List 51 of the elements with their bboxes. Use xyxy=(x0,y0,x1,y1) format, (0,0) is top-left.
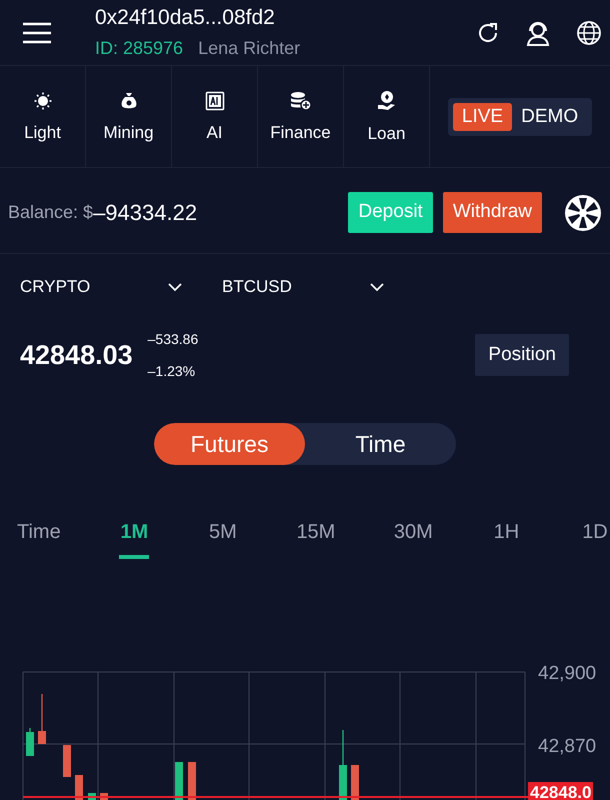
trade-type-tab[interactable]: Futures xyxy=(154,423,305,465)
ai-chip-icon xyxy=(204,90,224,110)
candlestick xyxy=(339,730,347,800)
candlestick xyxy=(38,694,46,744)
axis-label: 42,870 xyxy=(538,735,596,759)
candlestick xyxy=(351,765,359,800)
price-tag: 42848.0 xyxy=(528,782,594,800)
axis-label: 42,900 xyxy=(538,662,596,686)
interval-tab[interactable]: 1H xyxy=(491,517,522,559)
candlestick xyxy=(63,745,71,777)
interval-tab[interactable]: 5M xyxy=(208,517,238,559)
shortcut-button[interactable]: AI xyxy=(172,66,258,167)
shortcut-button[interactable]: Finance xyxy=(258,66,344,167)
withdraw-button[interactable]: Withdraw xyxy=(442,192,542,233)
price-change: –533.86 xyxy=(148,331,198,347)
hand-coin-icon xyxy=(376,90,398,112)
mode-tab[interactable]: DEMO xyxy=(512,102,588,130)
interval-tab[interactable]: 15M xyxy=(296,517,336,559)
candlestick xyxy=(75,775,83,800)
interval-tab[interactable]: 1M xyxy=(119,517,150,559)
price-change-percent: –1.23% xyxy=(148,363,196,379)
candlestick xyxy=(26,728,34,756)
balance-label: Balance: $ xyxy=(8,201,94,224)
shortcut-button[interactable]: Loan xyxy=(344,66,430,167)
mode-tab[interactable]: LIVE xyxy=(452,102,512,130)
current-price: 42848.03 xyxy=(20,338,133,372)
interval-tab[interactable]: Time xyxy=(17,517,61,559)
support-agent-icon[interactable] xyxy=(525,20,551,46)
user-name: Lena Richter xyxy=(198,37,300,59)
shortcut-button[interactable]: Mining xyxy=(86,66,172,167)
coins-plus-icon xyxy=(288,90,312,110)
shortcut-button[interactable]: Light xyxy=(0,66,86,167)
dropdown-selector[interactable]: CRYPTO xyxy=(20,274,222,300)
wallet-address: 0x24f10da5...08fd2 xyxy=(95,6,276,30)
interval-tab[interactable]: 1D xyxy=(580,517,610,559)
refresh-icon[interactable] xyxy=(476,20,500,44)
money-bag-icon xyxy=(118,90,138,110)
candlestick xyxy=(175,762,183,800)
sun-icon xyxy=(32,90,52,110)
candlestick xyxy=(188,762,196,800)
chevron-down-icon xyxy=(370,282,384,292)
globe-icon[interactable] xyxy=(576,20,602,46)
menu-icon[interactable] xyxy=(22,20,52,44)
position-button[interactable]: Position xyxy=(475,334,569,376)
balance-value: –94334.22 xyxy=(93,199,198,227)
user-id: ID: 285976 xyxy=(95,37,184,59)
interval-tab[interactable]: 30M xyxy=(394,517,433,559)
trade-type-tab[interactable]: Time xyxy=(305,423,456,465)
wheel-icon[interactable] xyxy=(564,194,602,232)
dropdown-selector[interactable]: BTCUSD xyxy=(222,274,424,300)
chevron-down-icon xyxy=(168,282,182,292)
